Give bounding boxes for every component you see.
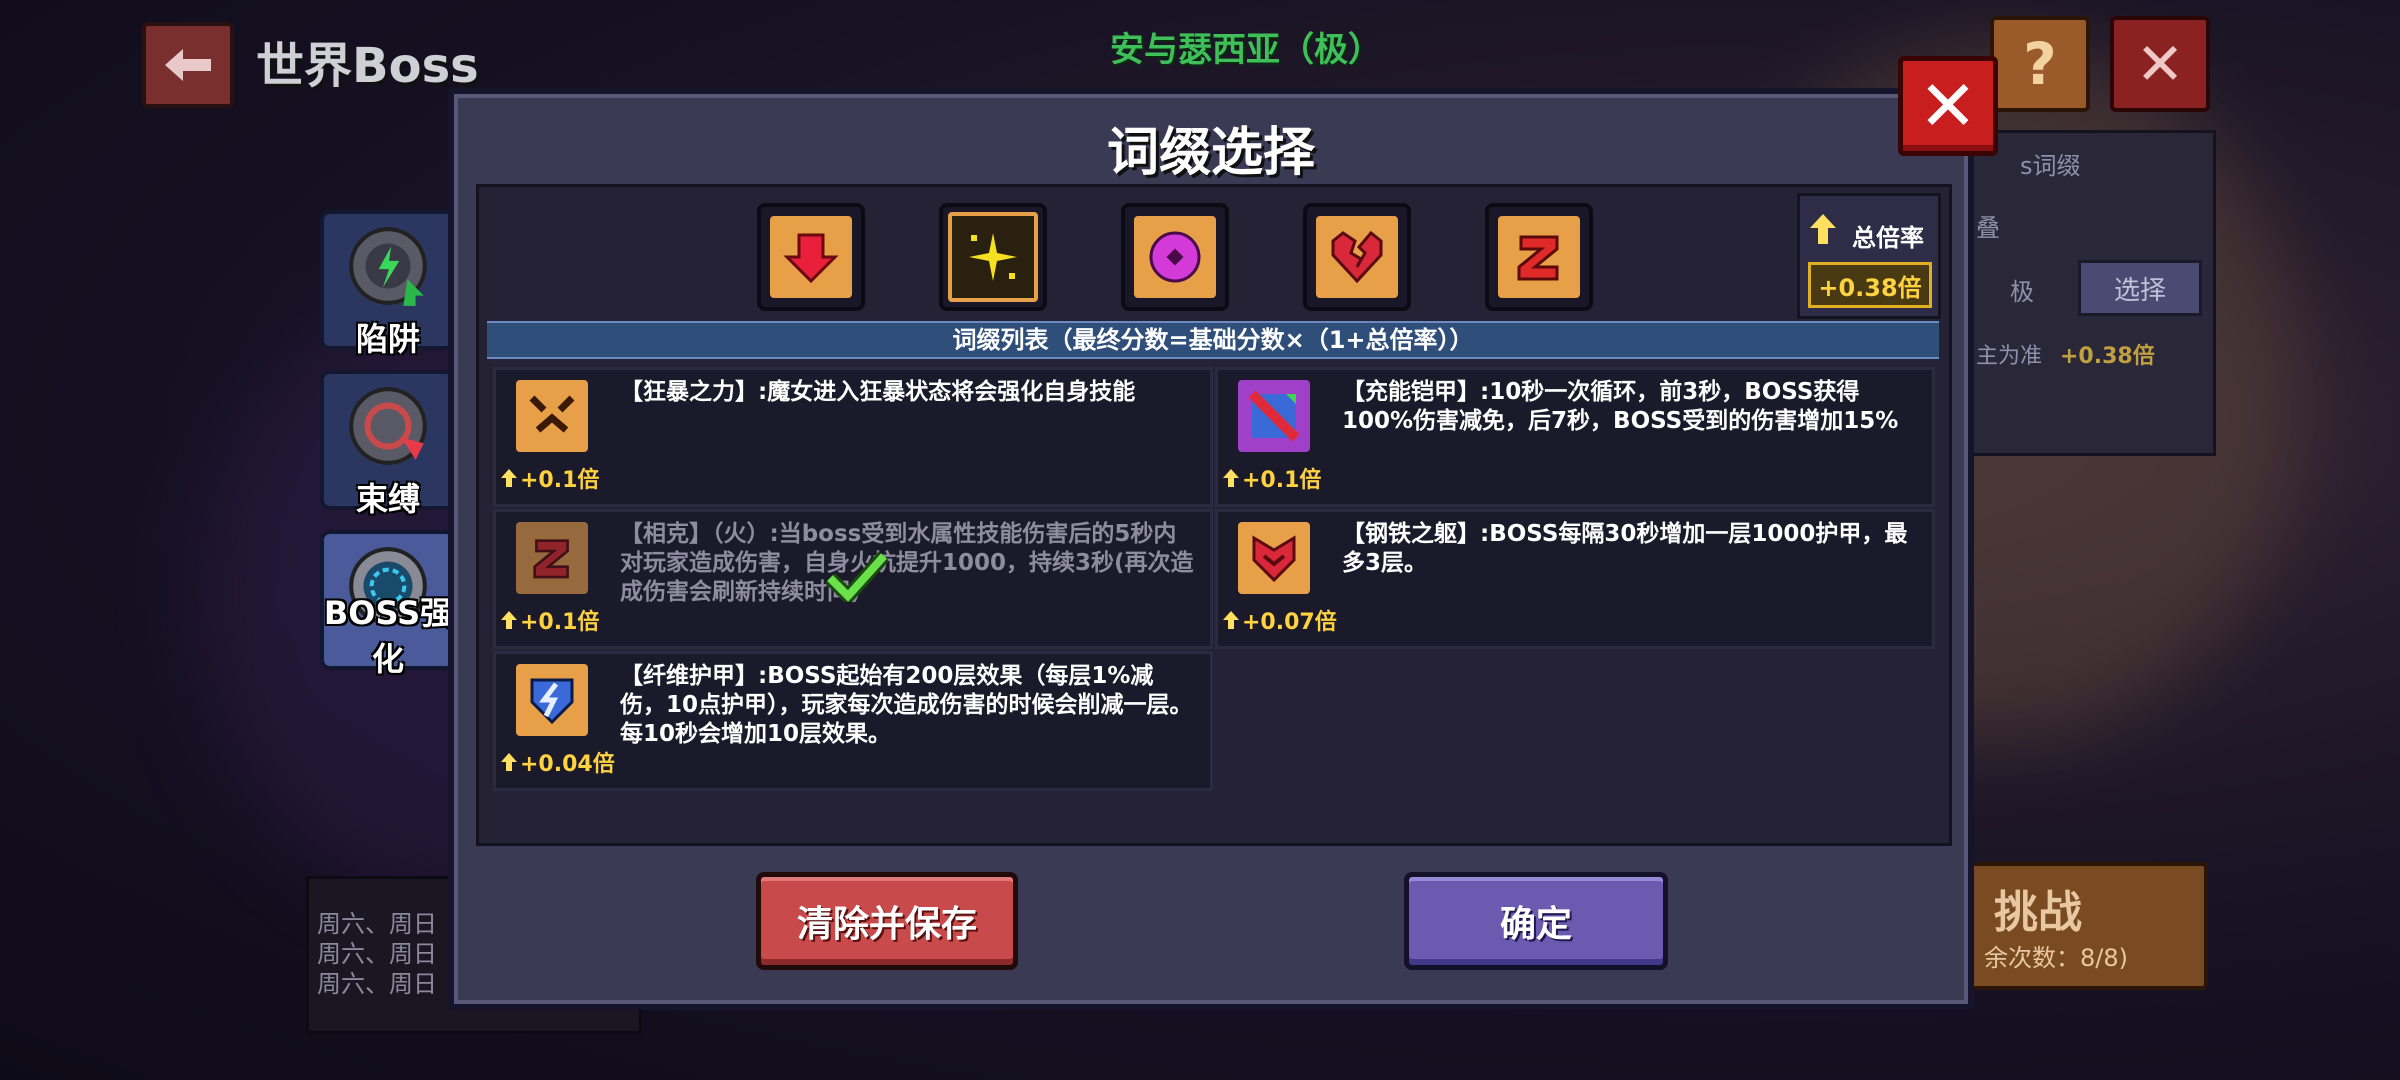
affix-entry[interactable]: +0.07倍 【钢铁之躯】:BOSS每隔30秒增加一层1000护甲，最多3层。 xyxy=(1215,509,1935,649)
boss-name: 安与瑟西亚（极） xyxy=(1110,30,1382,70)
total-rate-box: 总倍率 +0.38倍 xyxy=(1797,193,1941,319)
fire-z-icon xyxy=(516,522,588,594)
affix-description: 【钢铁之躯】:BOSS每隔30秒增加一层1000护甲，最多3层。 xyxy=(1342,521,1908,576)
affix-bonus: +0.1倍 xyxy=(500,462,599,494)
selected-affix-slot[interactable] xyxy=(1303,203,1411,311)
berserk-face-icon xyxy=(516,380,588,452)
up-arrow-icon xyxy=(501,753,517,771)
challenge-label: 挑战 xyxy=(1994,887,2082,938)
back-arrow-icon xyxy=(165,49,211,81)
bg-rate-text: 主为准 xyxy=(1976,344,2043,369)
down-arrow-icon xyxy=(770,216,852,298)
challenge-count: 余次数：8/8) xyxy=(1984,944,2128,972)
bg-rate-value: +0.38倍 xyxy=(2060,344,2155,369)
iron-body-icon xyxy=(1238,522,1310,594)
affix-description: 【纤维护甲】:BOSS起始有200层效果（每层1%减伤，10点护甲），玩家每次造… xyxy=(620,663,1193,747)
up-arrow-icon xyxy=(1223,469,1239,487)
side-tab-label: 陷阱 xyxy=(355,320,420,358)
trap-gear-icon xyxy=(349,227,427,306)
check-icon xyxy=(826,551,888,602)
total-rate-value: +0.38倍 xyxy=(1808,262,1932,308)
affix-entry[interactable]: +0.04倍 【纤维护甲】:BOSS起始有200层效果（每层1%减伤，10点护甲… xyxy=(493,651,1213,791)
affix-entry[interactable]: +0.1倍 【狂暴之力】:魔女进入狂暴状态将会强化自身技能 xyxy=(493,367,1213,507)
selected-affix-row: 总倍率 +0.38倍 xyxy=(479,187,1949,319)
affix-bonus-value: +0.1倍 xyxy=(520,468,600,493)
affix-bonus: +0.04倍 xyxy=(500,746,615,778)
selected-affix-slot[interactable] xyxy=(1485,203,1593,311)
affix-entry[interactable]: +0.1倍 【相克】（火）:当boss受到水属性技能伤害后的5秒内对玩家造成伤害… xyxy=(493,509,1213,649)
purple-orb-icon xyxy=(1134,216,1216,298)
affix-list-header: 词缀列表（最终分数=基础分数×（1+总倍率）） xyxy=(487,321,1939,359)
affix-panel: 总倍率 +0.38倍 词缀列表（最终分数=基础分数×（1+总倍率）） +0.1倍… xyxy=(476,184,1952,846)
back-button[interactable] xyxy=(142,22,234,108)
confirm-button[interactable]: 确定 xyxy=(1404,872,1668,970)
side-tab-label: 束缚 xyxy=(355,480,420,518)
selected-affix-slot[interactable] xyxy=(1121,203,1229,311)
affix-select-modal: 词缀选择 总倍率 +0.38倍 词缀列表（最终分数=基础分数×（1+总倍率）） … xyxy=(448,88,1974,1010)
selected-affix-slot[interactable] xyxy=(757,203,865,311)
modal-title: 词缀选择 xyxy=(1106,123,1315,183)
affix-description: 【狂暴之力】:魔女进入狂暴状态将会强化自身技能 xyxy=(620,379,1136,405)
up-arrow-icon xyxy=(1223,611,1239,629)
affix-bonus-value: +0.1倍 xyxy=(520,610,600,635)
affix-description: 【相克】（火）:当boss受到水属性技能伤害后的5秒内对玩家造成伤害，自身火抗提… xyxy=(620,521,1194,605)
up-arrow-icon xyxy=(1810,214,1836,244)
total-rate-label: 总倍率 xyxy=(1852,224,1924,252)
modal-close-button[interactable]: ✕ xyxy=(1898,56,1998,156)
charged-armor-icon xyxy=(1238,380,1310,452)
affix-bonus-value: +0.1倍 xyxy=(1242,468,1322,493)
exit-button[interactable]: ✕ xyxy=(2110,16,2210,112)
challenge-button[interactable]: 挑战 余次数：8/8) xyxy=(1960,862,2208,990)
help-button[interactable]: ? xyxy=(1990,16,2090,112)
bind-gear-icon xyxy=(349,387,427,465)
fiber-shield-icon xyxy=(516,664,588,736)
page-title: 世界Boss xyxy=(256,38,479,94)
side-tab-label: BOSS强化 xyxy=(323,594,453,678)
sparkle-icon xyxy=(948,212,1038,302)
affix-entry[interactable]: +0.1倍 【充能铠甲】:10秒一次循环，前3秒，BOSS获得100%伤害减免，… xyxy=(1215,367,1935,507)
clear-and-save-button[interactable]: 清除并保存 xyxy=(756,872,1018,970)
bg-affix-label: s词缀 xyxy=(2020,152,2081,180)
affix-bonus: +0.1倍 xyxy=(1222,462,1321,494)
side-tab-bind[interactable]: 束缚 xyxy=(320,370,456,518)
side-tab-trap[interactable]: 陷阱 xyxy=(320,210,456,358)
bg-stack-label: 叠 xyxy=(1976,214,2000,242)
affix-bonus: +0.1倍 xyxy=(500,604,599,636)
selected-affix-slot[interactable] xyxy=(939,203,1047,311)
up-arrow-icon xyxy=(501,469,517,487)
bg-mode-label: 极 xyxy=(2010,278,2034,306)
bg-select-button[interactable]: 选择 xyxy=(2078,260,2202,316)
affix-bonus-value: +0.07倍 xyxy=(1242,610,1337,635)
up-arrow-icon xyxy=(501,611,517,629)
affix-bonus-value: +0.04倍 xyxy=(520,752,615,777)
affix-bonus: +0.07倍 xyxy=(1222,604,1337,636)
broken-heart-icon xyxy=(1316,216,1398,298)
side-tab-boss-buff[interactable]: BOSS强化 xyxy=(320,530,456,678)
affix-description: 【充能铠甲】:10秒一次循环，前3秒，BOSS获得100%伤害减免，后7秒，BO… xyxy=(1342,379,1899,434)
fire-z-icon xyxy=(1498,216,1580,298)
